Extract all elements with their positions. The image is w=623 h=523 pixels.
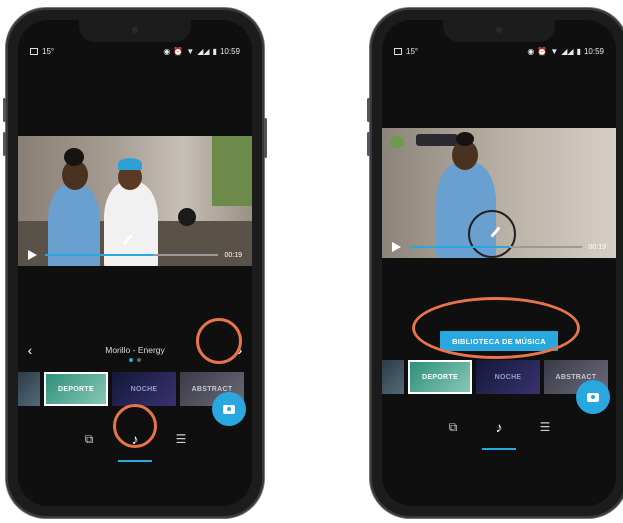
bottom-nav: ⧉ ♪ ☰ [382, 412, 616, 442]
signal-icon: ◢◢ [197, 46, 210, 56]
gallery-icon [394, 47, 402, 55]
page-dot-active [129, 358, 133, 362]
theme-thumbnail-selected[interactable]: DEPORTE [44, 372, 108, 406]
volume-button [367, 132, 370, 156]
player-controls: 00:19 [18, 244, 252, 266]
clip-add-icon[interactable]: ⧉ [444, 418, 462, 436]
theme-thumbnail[interactable]: NOCHE [476, 360, 540, 394]
progress-bar[interactable] [409, 246, 583, 248]
camera-fab-button[interactable] [212, 392, 246, 426]
signal-icon: ◢◢ [561, 46, 574, 56]
front-camera [496, 27, 502, 33]
video-frame-plant [390, 136, 404, 148]
video-frame-foliage [212, 136, 252, 206]
vibrate-icon: ◉ [163, 46, 171, 56]
status-bar: 15° ◉ ⏰ ▼ ◢◢ ▮ 10:59 [18, 42, 252, 60]
phone-right: 15° ◉ ⏰ ▼ ◢◢ ▮ 10:59 00:19 BIBLIOTECA DE… [367, 8, 623, 518]
progress-bar[interactable] [45, 254, 219, 256]
video-frame-cap [118, 158, 142, 170]
temperature: 15° [406, 46, 419, 56]
music-note-icon[interactable]: ♪ [126, 430, 144, 448]
battery-icon: ▮ [576, 46, 581, 56]
vibrate-icon: ◉ [527, 46, 535, 56]
video-frame-camera [178, 208, 196, 226]
video-frame-hair [64, 148, 84, 166]
power-button [264, 118, 267, 158]
volume-button [3, 98, 6, 122]
play-icon[interactable] [392, 242, 401, 252]
wifi-icon: ▼ [186, 46, 195, 56]
status-bar: 15° ◉ ⏰ ▼ ◢◢ ▮ 10:59 [382, 42, 616, 60]
screen: 15° ◉ ⏰ ▼ ◢◢ ▮ 10:59 00:19 BIBLIOTECA DE… [382, 20, 616, 506]
sliders-icon[interactable]: ☰ [172, 430, 190, 448]
front-camera [132, 27, 138, 33]
video-frame-bag [416, 134, 458, 146]
temperature: 15° [42, 46, 55, 56]
theme-thumbnail[interactable]: NOCHE [112, 372, 176, 406]
alarm-icon: ⏰ [173, 46, 184, 56]
volume-button [367, 98, 370, 122]
music-note-icon[interactable]: ♪ [490, 418, 508, 436]
bottom-nav: ⧉ ♪ ☰ [18, 424, 252, 454]
play-icon[interactable] [28, 250, 37, 260]
wifi-icon: ▼ [550, 46, 559, 56]
page-dot [137, 358, 141, 362]
video-time: 00:19 [224, 251, 242, 259]
player-controls: 00:19 [382, 236, 616, 258]
song-title: Morillo - Energy [105, 345, 165, 355]
phone-left: 15° ◉ ⏰ ▼ ◢◢ ▮ 10:59 00:19 ‹ Morillo - E… [3, 8, 267, 518]
camera-icon [587, 392, 599, 402]
notch [443, 20, 555, 42]
video-frame-hair [456, 132, 474, 146]
theme-thumbnail[interactable] [18, 372, 40, 406]
battery-icon: ▮ [212, 46, 217, 56]
music-library-button[interactable]: BIBLIOTECA DE MÚSICA [440, 331, 558, 351]
nav-active-indicator [118, 460, 152, 462]
video-preview[interactable]: 00:19 [18, 136, 252, 266]
progress-fill [409, 246, 510, 248]
gallery-icon [30, 47, 38, 55]
video-preview[interactable]: 00:19 [382, 128, 616, 258]
video-time: 00:19 [588, 243, 606, 251]
camera-fab-button[interactable] [576, 380, 610, 414]
clip-add-icon[interactable]: ⧉ [80, 430, 98, 448]
chevron-left-icon[interactable]: ‹ [18, 342, 42, 358]
volume-button [3, 132, 6, 156]
progress-fill [45, 254, 153, 256]
clock: 10:59 [583, 46, 604, 56]
clock: 10:59 [219, 46, 240, 56]
theme-thumbnail[interactable] [382, 360, 404, 394]
chevron-right-icon[interactable]: › [228, 342, 252, 358]
camera-icon [223, 404, 235, 414]
notch [79, 20, 191, 42]
nav-active-indicator [482, 448, 516, 450]
page-indicator [129, 358, 141, 362]
screen: 15° ◉ ⏰ ▼ ◢◢ ▮ 10:59 00:19 ‹ Morillo - E… [18, 20, 252, 506]
sliders-icon[interactable]: ☰ [536, 418, 554, 436]
alarm-icon: ⏰ [537, 46, 548, 56]
theme-thumbnail-selected[interactable]: DEPORTE [408, 360, 472, 394]
